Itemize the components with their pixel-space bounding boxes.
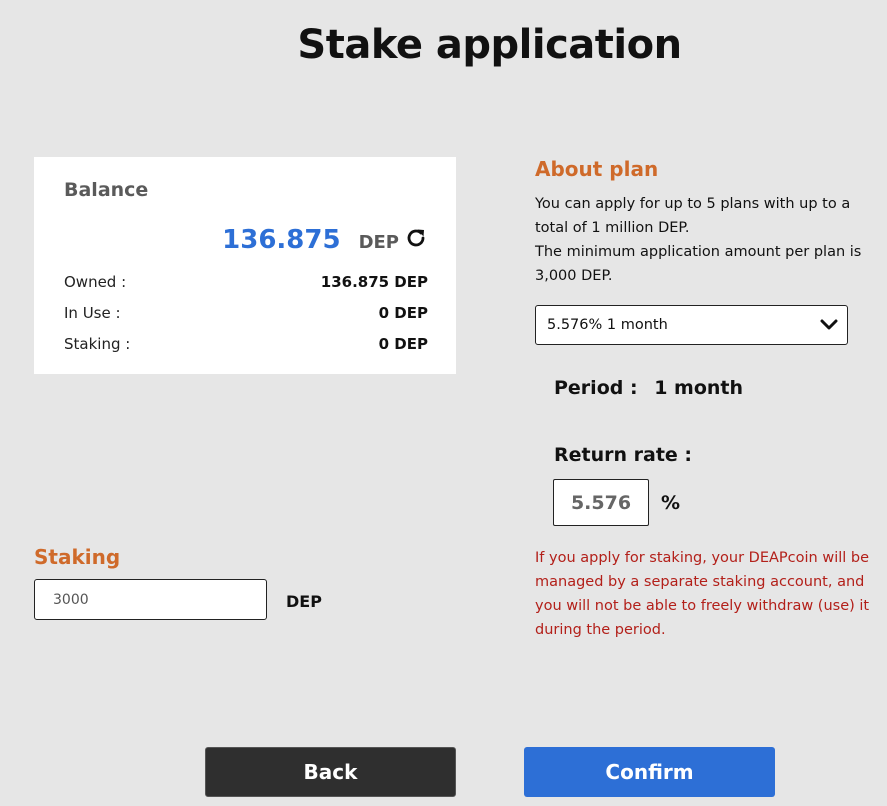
balance-row-staking: Staking : 0 DEP [64, 335, 428, 353]
about-plan-line: You can apply for up to 5 plans with up … [535, 196, 851, 236]
balance-row-in-use: In Use : 0 DEP [64, 304, 428, 322]
back-button[interactable]: Back [205, 747, 456, 797]
balance-row-label: Staking : [64, 335, 131, 353]
chevron-down-icon [820, 319, 838, 330]
balance-row-owned: Owned : 136.875 DEP [64, 273, 428, 291]
about-plan-text: You can apply for up to 5 plans with up … [535, 192, 875, 288]
return-rate-unit: % [661, 492, 681, 514]
period-label: Period : [554, 377, 638, 399]
balance-row-value: 0 DEP [378, 304, 428, 322]
confirm-button[interactable]: Confirm [524, 747, 775, 797]
plan-select-value: 5.576% 1 month [547, 317, 668, 333]
balance-unit: DEP [358, 232, 399, 253]
balance-heading: Balance [64, 179, 149, 201]
balance-amount: 136.875 [222, 225, 341, 255]
about-plan-heading: About plan [535, 157, 659, 181]
staking-amount-input[interactable] [34, 579, 267, 620]
about-plan-line: The minimum application amount per plan … [535, 244, 862, 284]
balance-row-label: In Use : [64, 304, 121, 322]
return-rate-field: 5.576 [553, 479, 649, 526]
balance-row-value: 136.875 DEP [320, 273, 428, 291]
staking-heading: Staking [34, 545, 121, 569]
staking-unit: DEP [286, 592, 322, 611]
period-row: Period : 1 month [554, 377, 743, 399]
page-title: Stake application [297, 22, 682, 68]
balance-total: 136.875 DEP [222, 225, 428, 255]
period-value: 1 month [654, 377, 744, 399]
return-rate-label: Return rate : [554, 444, 693, 466]
balance-card: Balance 136.875 DEP Owned : 136.875 DEP … [34, 157, 456, 374]
balance-row-label: Owned : [64, 273, 127, 291]
balance-row-value: 0 DEP [378, 335, 428, 353]
stake-application-page: Stake application Balance 136.875 DEP Ow… [0, 0, 887, 806]
staking-warning: If you apply for staking, your DEAPcoin … [535, 550, 870, 638]
refresh-icon[interactable] [404, 226, 428, 250]
plan-select[interactable]: 5.576% 1 month [535, 305, 848, 345]
